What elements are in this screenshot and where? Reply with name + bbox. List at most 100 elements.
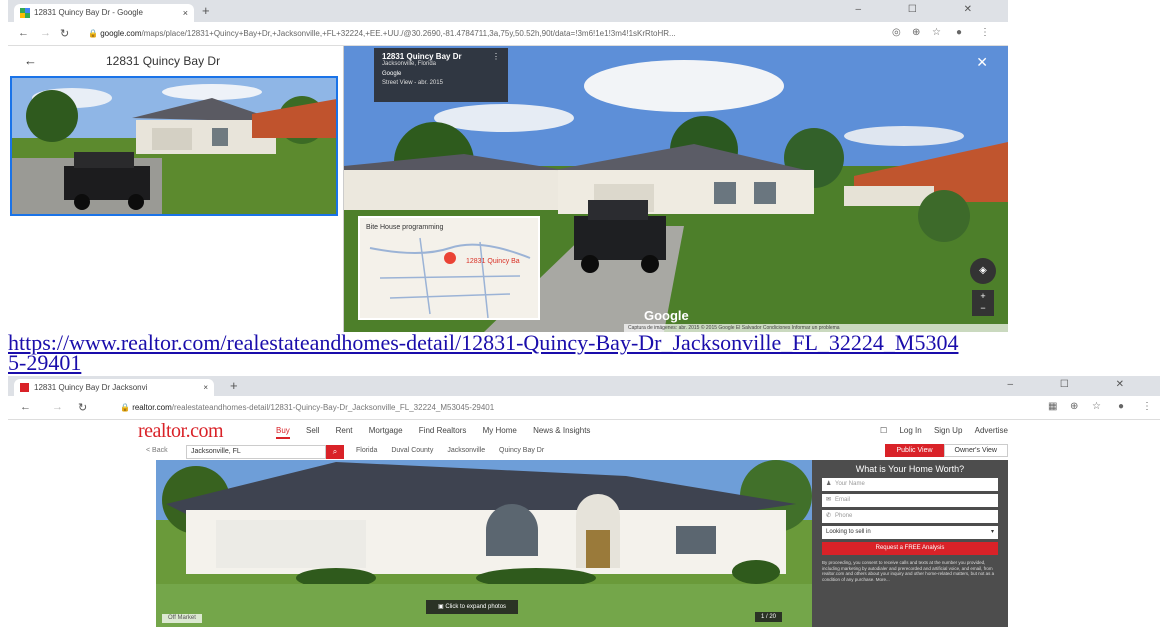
forward-arrow-icon[interactable]: → xyxy=(52,401,63,413)
crumb-street[interactable]: Quincy Bay Dr xyxy=(499,447,544,454)
profile-icon[interactable]: ● xyxy=(956,27,962,38)
tab-bar: 12831 Quincy Bay Dr Jacksonvi × + – ☐ ✕ xyxy=(8,376,1160,396)
url-host: google.com xyxy=(100,29,142,38)
star-icon[interactable]: ☆ xyxy=(1092,401,1101,412)
maps-favicon-icon xyxy=(20,8,30,18)
menu-icon[interactable]: ⋮ xyxy=(1142,401,1152,412)
location-icon[interactable]: ◎ xyxy=(892,27,901,38)
street-view-info-card: 12831 Quincy Bay Dr Jacksonville, Florid… xyxy=(374,48,508,102)
back-arrow-icon[interactable]: ← xyxy=(18,27,29,39)
realtor-window: 12831 Quincy Bay Dr Jacksonvi × + – ☐ ✕ … xyxy=(8,376,1160,627)
select-value: Looking to sell in xyxy=(826,529,871,535)
chevron-down-icon: ▾ xyxy=(990,529,994,535)
off-market-badge: Off Market xyxy=(162,614,202,623)
sell-timeframe-select[interactable]: Looking to sell in ▾ xyxy=(822,526,998,539)
url-field[interactable]: 🔒 google.com/maps/place/12831+Quincy+Bay… xyxy=(88,26,868,42)
profile-icon[interactable]: ● xyxy=(1118,401,1124,412)
compass-icon[interactable]: ◈ xyxy=(970,258,996,284)
login-link[interactable]: Log In xyxy=(899,426,921,435)
request-analysis-button[interactable]: Request a FREE Analysis xyxy=(822,542,998,555)
window-controls[interactable]: – ☐ ✕ xyxy=(1008,379,1146,390)
map-roads xyxy=(369,237,531,318)
card-source: Google xyxy=(382,71,402,77)
consent-text: By proceeding, you consent to receive ca… xyxy=(822,560,995,582)
owner-view-tab[interactable]: Owner's View xyxy=(943,444,1008,457)
google-maps-window: 12831 Quincy Bay Dr - Google × + – ☐ ✕ ←… xyxy=(8,0,1008,332)
public-view-tab[interactable]: Public View xyxy=(885,444,944,457)
reload-icon[interactable]: ↻ xyxy=(78,401,87,414)
advertise-link[interactable]: Advertise xyxy=(975,426,1008,435)
zoom-controls[interactable]: + − xyxy=(972,290,994,316)
star-icon[interactable]: ☆ xyxy=(932,27,941,38)
crumb-county[interactable]: Duval County xyxy=(391,447,433,454)
menu-icon[interactable]: ⋮ xyxy=(980,27,990,38)
close-icon[interactable]: ✕ xyxy=(976,54,988,71)
realtor-page: realtor.com Buy Sell Rent Mortgage Find … xyxy=(138,420,1008,627)
tab-bar: 12831 Quincy Bay Dr - Google × + – ☐ ✕ xyxy=(8,0,1008,22)
map-place-label: Bite House programming xyxy=(366,224,444,231)
nav-news[interactable]: News & Insights xyxy=(533,426,590,435)
view-toggle: Public View Owner's View xyxy=(885,444,1008,457)
phone-placeholder: Phone xyxy=(835,513,853,519)
site-header: realtor.com Buy Sell Rent Mortgage Find … xyxy=(138,420,1008,442)
expand-label: Click to expand photos xyxy=(445,604,507,610)
translate-icon[interactable]: ▦ xyxy=(1048,401,1057,412)
account-nav: ☐ Log In Sign Up Advertise xyxy=(870,426,1008,435)
new-tab-button[interactable]: + xyxy=(202,3,210,18)
tab-title: 12831 Quincy Bay Dr - Google xyxy=(34,8,143,17)
email-placeholder: Email xyxy=(835,497,851,503)
maps-content: ← 12831 Quincy Bay Dr 12831 Quincy Bay D… xyxy=(8,46,1008,332)
address-bar: ← → ↻ 🔒 google.com/maps/place/12831+Quin… xyxy=(8,22,1008,46)
zoom-icon[interactable]: ⊕ xyxy=(912,27,920,38)
save-box-icon[interactable]: ☐ xyxy=(880,426,887,435)
name-placeholder: Your Name xyxy=(835,481,865,487)
form-title: What is Your Home Worth? xyxy=(855,464,965,474)
reload-icon[interactable]: ↻ xyxy=(60,27,69,40)
back-link[interactable]: < Back xyxy=(146,447,168,454)
phone-icon: ✆ xyxy=(826,513,832,519)
google-logo: Google xyxy=(644,308,689,323)
close-tab-icon[interactable]: × xyxy=(183,4,188,22)
url-field[interactable]: 🔒 realtor.com/realestateandhomes-detail/… xyxy=(120,400,494,416)
mail-icon: ✉ xyxy=(826,497,832,503)
realtor-favicon-icon xyxy=(20,383,29,392)
main-nav: Buy Sell Rent Mortgage Find Realtors My … xyxy=(276,426,604,439)
name-field[interactable]: ♟ Your Name xyxy=(822,478,998,491)
close-tab-icon[interactable]: × xyxy=(203,379,208,396)
browser-tab[interactable]: 12831 Quincy Bay Dr Jacksonvi × xyxy=(14,379,214,396)
card-date: Street View - abr. 2015 xyxy=(382,80,443,86)
crumb-state[interactable]: Florida xyxy=(356,447,377,454)
new-tab-button[interactable]: + xyxy=(230,378,238,393)
signup-link[interactable]: Sign Up xyxy=(934,426,962,435)
nav-find-realtors[interactable]: Find Realtors xyxy=(419,426,467,435)
search-icon[interactable]: ⌕ xyxy=(326,445,344,459)
search-row: < Back Jacksonville, FL ⌕ Florida Duval … xyxy=(138,444,1008,460)
listing-hero-photo[interactable]: ▣ Click to expand photos 1 / 20 Off Mark… xyxy=(156,460,812,627)
map-address-label: 12831 Quincy Ba xyxy=(466,258,520,265)
realtor-link[interactable]: https://www.realtor.com/realestateandhom… xyxy=(8,332,968,374)
realtor-logo[interactable]: realtor.com xyxy=(138,420,224,443)
nav-buy[interactable]: Buy xyxy=(276,426,290,439)
mini-map[interactable]: Bite House programming 12831 Quincy Ba xyxy=(358,216,540,320)
more-options-icon[interactable]: ⋮ xyxy=(492,52,500,61)
forward-arrow-icon[interactable]: → xyxy=(40,27,51,39)
crumb-city[interactable]: Jacksonville xyxy=(447,447,485,454)
street-view-main[interactable]: 12831 Quincy Bay Dr Jacksonville, Florid… xyxy=(344,46,1008,332)
back-arrow-icon[interactable]: ← xyxy=(20,401,31,413)
nav-my-home[interactable]: My Home xyxy=(483,426,517,435)
email-field[interactable]: ✉ Email xyxy=(822,494,998,507)
back-arrow-icon[interactable]: ← xyxy=(24,53,37,68)
zoom-icon[interactable]: ⊕ xyxy=(1070,401,1078,412)
window-controls[interactable]: – ☐ ✕ xyxy=(856,4,994,15)
search-input[interactable]: Jacksonville, FL xyxy=(186,445,326,459)
nav-mortgage[interactable]: Mortgage xyxy=(369,426,403,435)
home-worth-form: What is Your Home Worth? ♟ Your Name ✉ Ema… xyxy=(812,460,1008,627)
browser-tab[interactable]: 12831 Quincy Bay Dr - Google × xyxy=(14,4,194,22)
expand-photos-button[interactable]: ▣ Click to expand photos xyxy=(426,600,519,614)
url-host: realtor.com xyxy=(132,403,172,412)
address-bar: ← → ↻ 🔒 realtor.com/realestateandhomes-d… xyxy=(8,396,1160,420)
phone-field[interactable]: ✆ Phone xyxy=(822,510,998,523)
nav-sell[interactable]: Sell xyxy=(306,426,319,435)
street-view-thumbnail[interactable] xyxy=(10,76,338,216)
nav-rent[interactable]: Rent xyxy=(336,426,353,435)
